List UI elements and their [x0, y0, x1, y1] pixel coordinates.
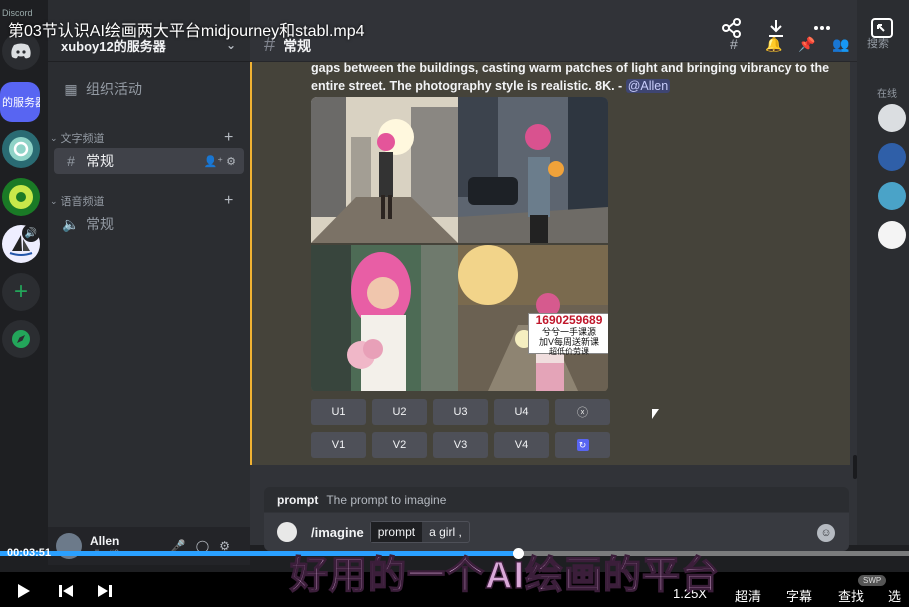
message-highlighted: gaps between the buildings, casting warm…: [250, 59, 850, 465]
param-key: prompt: [370, 522, 423, 542]
member-avatar[interactable]: [878, 182, 906, 210]
v2-button[interactable]: V2: [372, 432, 427, 458]
add-channel-icon[interactable]: +: [224, 129, 233, 147]
video-player-frame: Discord 第03节认识AI绘画两大平台midjourney和stabl.m…: [0, 0, 909, 607]
channel-item-general[interactable]: # 常规 👤⁺ ⚙: [54, 148, 244, 174]
message-text: gaps between the buildings, casting warm…: [311, 59, 831, 95]
invite-settings-icons[interactable]: 👤⁺ ⚙: [204, 155, 236, 168]
calendar-icon: ▦: [64, 80, 78, 97]
hint-command: prompt: [277, 492, 319, 507]
u4-button[interactable]: U4: [494, 399, 549, 425]
bot-avatar: [277, 522, 297, 542]
u2-button[interactable]: U2: [372, 399, 427, 425]
image-2[interactable]: [458, 97, 608, 243]
image-1[interactable]: [311, 97, 458, 243]
watermark-phone: 1690259689: [535, 313, 603, 327]
events-item[interactable]: ▦ 组织活动: [54, 76, 244, 102]
reroll-button[interactable]: ↻: [555, 432, 610, 458]
find-button[interactable]: 查找: [838, 586, 864, 605]
v1-button[interactable]: V1: [311, 432, 366, 458]
v4-button[interactable]: V4: [494, 432, 549, 458]
previous-icon[interactable]: [58, 583, 74, 604]
watermark-line: 加V每周送新课: [538, 337, 599, 347]
v3-button[interactable]: V3: [433, 432, 488, 458]
prompt-parameter[interactable]: prompt a girl ,: [369, 521, 470, 543]
next-icon[interactable]: [97, 583, 113, 604]
online-label: 在线: [877, 89, 897, 100]
chevron-down-icon: ⌄: [50, 132, 58, 143]
image-3[interactable]: [311, 245, 458, 391]
u1-button[interactable]: U1: [311, 399, 366, 425]
member-avatar[interactable]: [878, 143, 906, 171]
emoji-icon[interactable]: ☺: [817, 524, 835, 542]
chat-area: # 常规 gaps between the buildings, casting…: [250, 0, 857, 551]
username: Allen: [90, 534, 120, 548]
speaker-icon: 🔊: [22, 224, 40, 242]
member-avatar[interactable]: [878, 221, 906, 249]
server-icon-green[interactable]: [2, 178, 40, 216]
members-icon[interactable]: 👥: [832, 36, 849, 53]
refresh-icon: ↻: [576, 439, 589, 451]
download-icon[interactable]: [766, 18, 786, 43]
episodes-button[interactable]: 选集: [888, 586, 909, 607]
hash-icon: #: [67, 153, 75, 169]
add-server-icon[interactable]: +: [2, 273, 40, 311]
voice-category[interactable]: ⌄ 语音频道 +: [50, 192, 233, 209]
server-active[interactable]: 的服务器: [0, 82, 40, 122]
current-time: 00:03:51: [7, 547, 52, 559]
video-subtitle: 好用的一个AI绘画的平台: [289, 554, 721, 597]
member-list: 搜索 在线: [857, 0, 909, 545]
voice-channel-general[interactable]: 🔈 常规: [54, 211, 244, 237]
explore-compass-icon[interactable]: [2, 320, 40, 358]
watermark-line: 超低价劳课: [549, 347, 589, 356]
u3-button[interactable]: U3: [433, 399, 488, 425]
speaker-icon: 🔈: [62, 215, 80, 232]
swp-badge: SWP: [858, 575, 887, 586]
voice-category-label: 语音频道: [60, 196, 105, 208]
add-voice-channel-icon[interactable]: +: [224, 192, 233, 210]
message-composer[interactable]: /imagine prompt a girl , ☺: [264, 513, 849, 551]
cancel-icon[interactable]: ⓧ: [555, 399, 610, 425]
channel-label: 常规: [86, 153, 114, 169]
channel-sidebar: xuboy12的服务器 ⌄ ▦ 组织活动 ⌄ 文字频道 + # 常规 👤⁺ ⚙ …: [48, 0, 250, 545]
hint-description: The prompt to imagine: [326, 492, 447, 507]
server-icon-openai[interactable]: [2, 130, 40, 168]
text-category-label: 文字频道: [60, 133, 105, 145]
mention-link[interactable]: @Allen: [625, 79, 671, 93]
mouse-cursor-icon: [652, 409, 659, 419]
text-category[interactable]: ⌄ 文字频道 +: [50, 129, 233, 146]
member-avatar[interactable]: [878, 104, 906, 132]
watermark-stamp: 1690259689 兮兮一手课源 加V每周送新课 超低价劳课: [528, 313, 608, 356]
message-body: gaps between the buildings, casting warm…: [311, 61, 830, 93]
slash-command: /imagine: [311, 524, 364, 540]
share-icon[interactable]: [722, 18, 742, 43]
video-title: 第03节认识AI绘画两大平台midjourney和stabl.mp4: [8, 23, 365, 40]
param-value[interactable]: a girl ,: [422, 525, 469, 539]
server-rail: 的服务器 🔊 +: [0, 0, 44, 545]
user-panel: Allen allen#0 🎤◯⚙: [48, 527, 250, 565]
pip-icon[interactable]: [871, 18, 893, 43]
play-icon[interactable]: [16, 583, 32, 604]
chevron-down-icon: ⌄: [50, 195, 58, 206]
events-label: 组织活动: [86, 81, 142, 97]
voice-channel-label: 常规: [86, 216, 114, 232]
image-grid[interactable]: 1690259689 兮兮一手课源 加V每周送新课 超低价劳课: [311, 97, 608, 392]
subtitles-button[interactable]: 字幕: [786, 586, 812, 605]
more-icon[interactable]: [812, 18, 832, 43]
command-hint: prompt The prompt to imagine: [264, 487, 849, 512]
quality-button[interactable]: 超清: [735, 586, 761, 605]
watermark-line: 兮兮一手课源: [541, 327, 596, 337]
